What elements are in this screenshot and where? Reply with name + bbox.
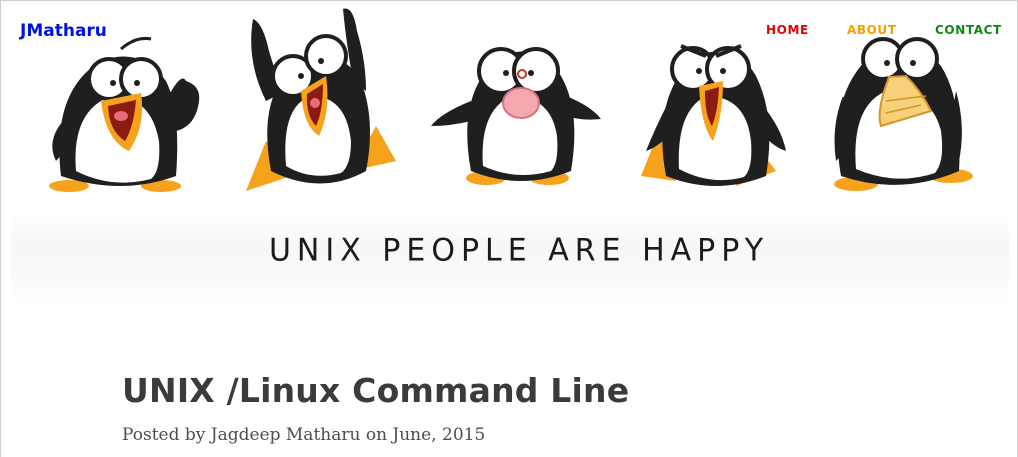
penguin-scared-image: [834, 37, 973, 191]
penguin-surprised-image: [431, 47, 601, 185]
header-banner: UNIX PEOPLE ARE HAPPY: [1, 1, 1017, 303]
post-title: UNIX /Linux Command Line: [122, 371, 630, 410]
nav-home-link[interactable]: HOME: [766, 23, 809, 37]
nav-about-link[interactable]: ABOUT: [847, 23, 897, 37]
post-byline: Posted by Jagdeep Matharu on June, 2015: [122, 425, 486, 445]
main-nav: HOME ABOUT CONTACT: [1, 23, 1017, 43]
nav-contact-link[interactable]: CONTACT: [935, 23, 1002, 37]
penguin-shouting-image: [49, 37, 200, 192]
banner-slogan: UNIX PEOPLE ARE HAPPY: [268, 232, 770, 269]
page: UNIX PEOPLE ARE HAPPY JMatharu HOME ABOU…: [0, 0, 1018, 457]
penguin-angry-image: [641, 44, 786, 186]
